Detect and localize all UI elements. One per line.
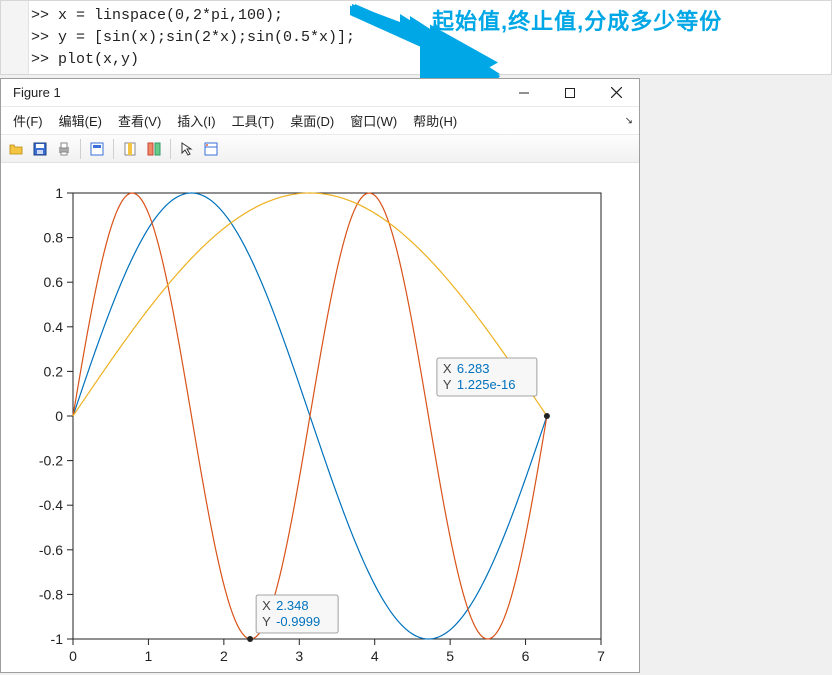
svg-text:0.8: 0.8 [44, 230, 64, 246]
menu-window[interactable]: 窗口(W) [342, 107, 405, 134]
toolbar-separator [170, 139, 171, 159]
maximize-button[interactable] [547, 79, 593, 107]
svg-text:X: X [262, 598, 271, 613]
window-title: Figure 1 [13, 85, 61, 100]
svg-text:6.283: 6.283 [457, 361, 490, 376]
toolbar-separator [113, 139, 114, 159]
editor-gutter [1, 1, 29, 74]
svg-text:1: 1 [145, 648, 153, 664]
svg-text:Y: Y [262, 614, 271, 629]
svg-text:1: 1 [55, 185, 63, 201]
svg-text:0.4: 0.4 [44, 319, 64, 335]
svg-text:X: X [443, 361, 452, 376]
svg-text:-0.2: -0.2 [39, 453, 63, 469]
close-button[interactable] [593, 79, 639, 107]
menubar: 件(F) 编辑(E) 查看(V) 插入(I) 工具(T) 桌面(D) 窗口(W)… [1, 107, 639, 135]
svg-text:5: 5 [446, 648, 454, 664]
plot-area[interactable]: -1 -0.8 -0.6 -0.4 -0.2 0 0.2 0.4 0.6 0.8 1 0 1 2 3 4 5 6 7… [1, 163, 639, 672]
svg-text:0: 0 [69, 648, 77, 664]
svg-text:3: 3 [295, 648, 303, 664]
titlebar[interactable]: Figure 1 [1, 79, 639, 107]
svg-text:4: 4 [371, 648, 379, 664]
minimize-button[interactable] [501, 79, 547, 107]
svg-text:6: 6 [522, 648, 530, 664]
menu-tools[interactable]: 工具(T) [224, 107, 283, 134]
menu-desktop[interactable]: 桌面(D) [282, 107, 342, 134]
menu-help[interactable]: 帮助(H) [405, 107, 465, 134]
svg-text:-0.9999: -0.9999 [276, 614, 320, 629]
save-icon[interactable] [29, 138, 51, 160]
toolbar-separator [80, 139, 81, 159]
datatip-icon[interactable] [143, 138, 165, 160]
svg-text:0.2: 0.2 [44, 363, 64, 379]
svg-text:-0.6: -0.6 [39, 542, 63, 558]
svg-text:-1: -1 [51, 631, 64, 647]
cursor-mode-icon[interactable] [119, 138, 141, 160]
open-icon[interactable] [5, 138, 27, 160]
print-preview-icon[interactable] [86, 138, 108, 160]
menu-view[interactable]: 查看(V) [110, 107, 169, 134]
svg-text:2: 2 [220, 648, 228, 664]
svg-text:7: 7 [597, 648, 605, 664]
arrow-icon[interactable] [176, 138, 198, 160]
svg-text:-0.4: -0.4 [39, 497, 63, 513]
menu-file[interactable]: 件(F) [5, 107, 51, 134]
figure-window: Figure 1 件(F) 编辑(E) 查看(V) 插入(I) 工具(T) 桌面… [0, 78, 640, 673]
code-line: >> plot(x,y) [31, 49, 831, 71]
inspector-icon[interactable] [200, 138, 222, 160]
svg-text:2.348: 2.348 [276, 598, 309, 613]
toolbar [1, 135, 639, 163]
svg-text:0: 0 [55, 408, 63, 424]
svg-text:-0.8: -0.8 [39, 586, 63, 602]
menu-insert[interactable]: 插入(I) [169, 107, 223, 134]
svg-text:0.6: 0.6 [44, 274, 64, 290]
annotation-text: 起始值,终止值,分成多少等份 [432, 4, 722, 36]
svg-text:Y: Y [443, 377, 452, 392]
menu-edit[interactable]: 编辑(E) [51, 107, 110, 134]
menu-overflow-icon[interactable]: ↘ [625, 115, 633, 126]
svg-text:1.225e-16: 1.225e-16 [457, 377, 516, 392]
print-icon[interactable] [53, 138, 75, 160]
